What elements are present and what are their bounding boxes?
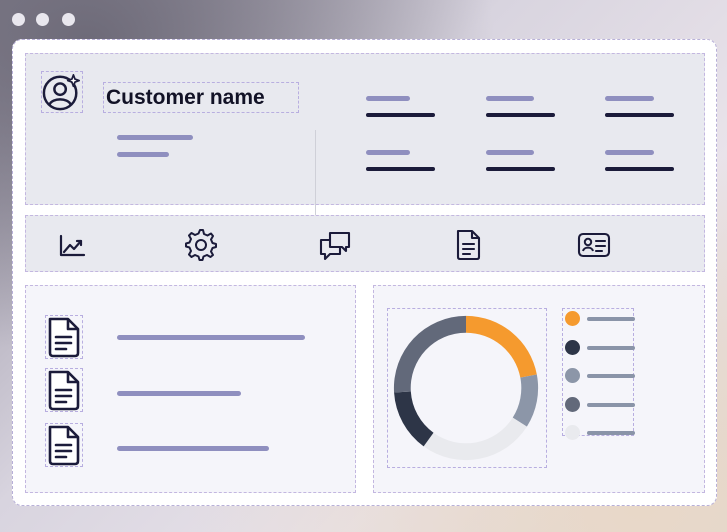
stat-label-placeholder xyxy=(605,150,654,155)
donut-slice xyxy=(394,391,434,447)
chat-bubbles-icon[interactable] xyxy=(318,228,352,262)
window-maximize-button[interactable] xyxy=(62,13,75,26)
donut-slice xyxy=(423,417,527,461)
document-title-placeholder xyxy=(117,391,241,396)
stat-label-placeholder xyxy=(486,96,534,101)
stat-value-placeholder xyxy=(486,113,555,117)
legend-item xyxy=(563,396,635,415)
stat-value-placeholder xyxy=(605,167,674,171)
customer-name-field[interactable]: Customer name xyxy=(103,82,299,113)
legend-swatch xyxy=(565,425,580,440)
gear-icon[interactable] xyxy=(184,228,218,262)
donut-slice xyxy=(393,315,467,393)
user-sparkle-icon[interactable] xyxy=(41,71,83,113)
donut-slice xyxy=(466,315,537,378)
title-bar xyxy=(0,0,727,38)
legend-swatch xyxy=(565,311,580,326)
legend-swatch xyxy=(565,396,580,412)
document-icon[interactable] xyxy=(45,315,83,359)
legend-label-placeholder xyxy=(587,374,635,378)
stat-value-placeholder xyxy=(366,167,435,171)
document-icon[interactable] xyxy=(451,228,485,262)
detail-placeholder-line xyxy=(117,135,193,140)
legend-item xyxy=(563,311,635,329)
legend-label-placeholder xyxy=(587,402,635,407)
legend-label-placeholder xyxy=(587,431,635,435)
stat-label-placeholder xyxy=(366,150,410,155)
donut-chart xyxy=(387,308,547,468)
document-title-placeholder xyxy=(117,446,269,451)
legend-swatch xyxy=(565,368,580,383)
app-window: Customer name xyxy=(0,0,727,532)
header-divider xyxy=(315,130,316,218)
legend-item xyxy=(563,368,635,386)
stat-label-placeholder xyxy=(605,96,654,101)
chart-trend-icon[interactable] xyxy=(55,228,89,262)
stat-value-placeholder xyxy=(366,113,435,117)
legend-label-placeholder xyxy=(587,345,635,350)
customer-header-panel xyxy=(25,53,705,205)
legend-swatch xyxy=(565,339,580,355)
window-minimize-button[interactable] xyxy=(36,13,49,26)
document-icon[interactable] xyxy=(45,368,83,412)
donut-slice xyxy=(512,374,539,427)
customer-name: Customer name xyxy=(106,86,265,109)
stat-label-placeholder xyxy=(486,150,534,155)
legend-item xyxy=(563,339,635,358)
stat-value-placeholder xyxy=(605,113,674,117)
chart-legend xyxy=(562,308,635,440)
document-icon[interactable] xyxy=(45,423,83,467)
stat-label-placeholder xyxy=(366,96,410,101)
id-card-icon[interactable] xyxy=(577,228,611,262)
legend-item xyxy=(563,425,635,443)
detail-placeholder-line xyxy=(117,152,169,157)
window-close-button[interactable] xyxy=(12,13,25,26)
dashboard-frame: Customer name xyxy=(12,39,717,506)
legend-label-placeholder xyxy=(587,317,635,321)
stat-value-placeholder xyxy=(486,167,555,171)
document-title-placeholder xyxy=(117,335,305,340)
